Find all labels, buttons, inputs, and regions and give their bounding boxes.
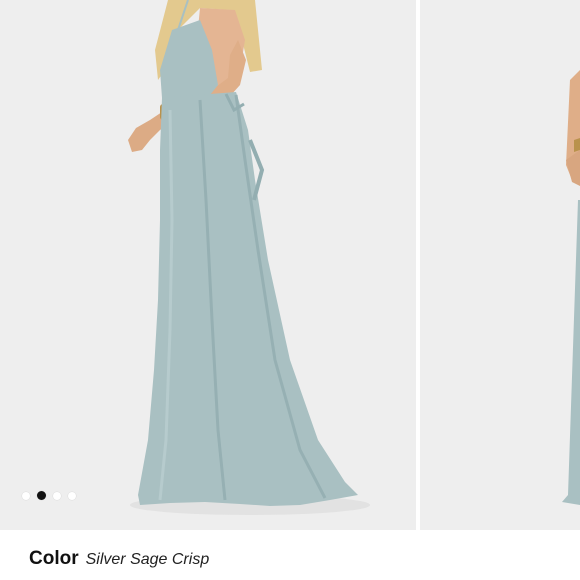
pagination-dot-3[interactable] — [53, 491, 61, 500]
color-selection-row: Color Silver Sage Crisp — [29, 548, 209, 570]
dress-photo — [0, 0, 416, 530]
carousel-pagination — [22, 491, 76, 500]
product-image-next-peek[interactable] — [420, 0, 580, 530]
pagination-dot-1[interactable] — [22, 491, 30, 500]
pagination-dot-4[interactable] — [68, 491, 76, 500]
pagination-dot-2-active[interactable] — [37, 491, 46, 500]
color-value: Silver Sage Crisp — [85, 551, 210, 568]
product-image-gallery[interactable] — [0, 0, 580, 530]
product-image-main[interactable] — [0, 0, 416, 530]
dress-photo-next — [420, 0, 580, 530]
color-label: Color — [29, 548, 79, 569]
